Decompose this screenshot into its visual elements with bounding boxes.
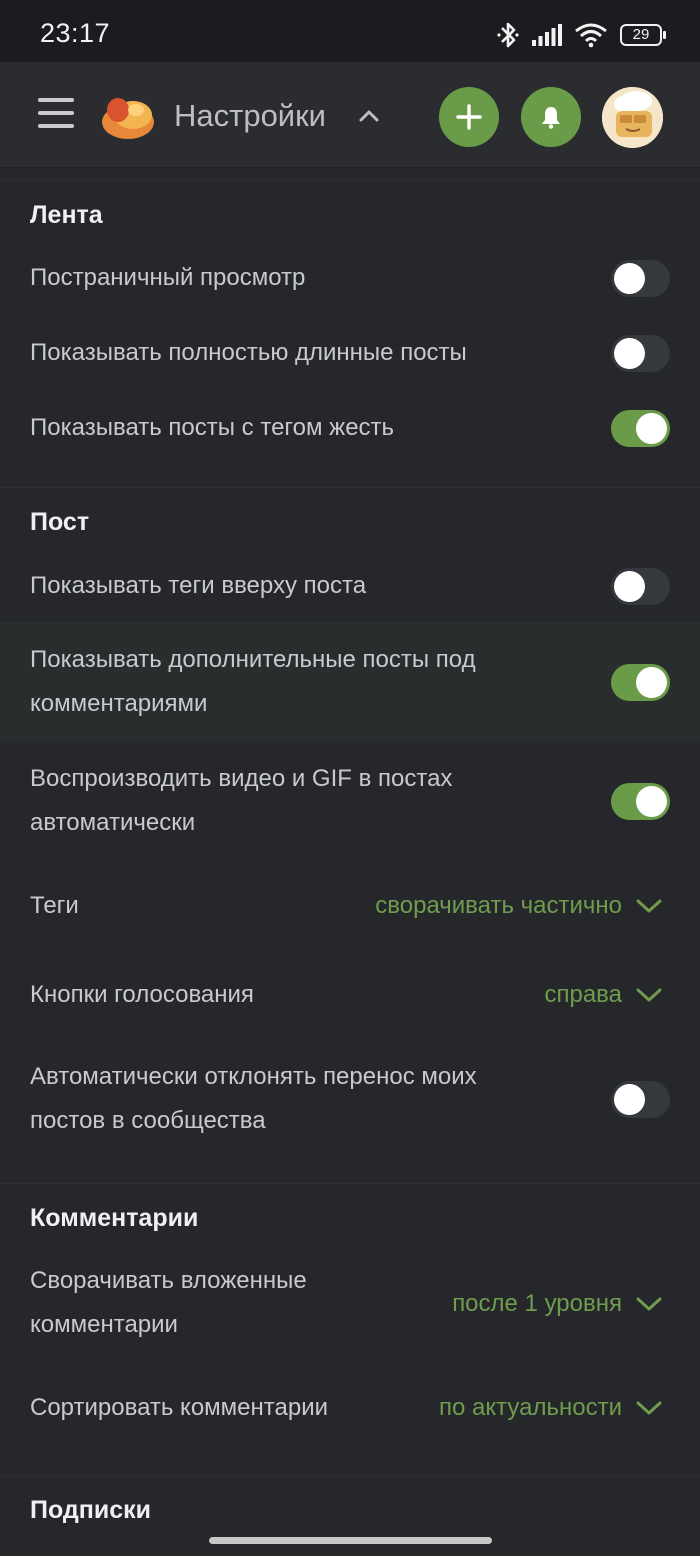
setting-extra-posts[interactable]: Показывать дополнительные посты под комм… xyxy=(0,638,700,728)
wifi-icon xyxy=(575,23,607,48)
battery-icon: 29 xyxy=(620,24,666,46)
comments-section: Комментарии Сворачивать вложенные коммен… xyxy=(0,1183,700,1475)
menu-icon[interactable] xyxy=(38,96,74,130)
bluetooth-icon xyxy=(497,22,519,48)
setting-tags[interactable]: Теги сворачивать частично xyxy=(0,884,700,928)
app-bar: Настройки xyxy=(0,62,700,168)
avatar[interactable] xyxy=(602,87,663,148)
setting-long-posts[interactable]: Показывать полностью длинные посты xyxy=(0,331,700,375)
setting-label: комментариями xyxy=(30,690,208,717)
setting-collapse-nested[interactable]: Сворачивать вложенные комментарии после … xyxy=(0,1259,700,1349)
setting-label: Автоматически отклонять перенос моих xyxy=(30,1063,477,1090)
feed-section: Лента Постраничный просмотр Показывать п… xyxy=(0,180,700,487)
long-posts-toggle[interactable] xyxy=(611,335,670,372)
setting-tags-top[interactable]: Показывать теги вверху поста xyxy=(0,564,700,608)
setting-vote-buttons[interactable]: Кнопки голосования справа xyxy=(0,973,700,1017)
home-indicator[interactable] xyxy=(209,1537,492,1544)
decline-transfer-toggle[interactable] xyxy=(611,1081,670,1118)
extra-posts-toggle[interactable] xyxy=(611,664,670,701)
page-title[interactable]: Настройки xyxy=(174,98,326,134)
plus-icon xyxy=(456,104,482,130)
setting-autoplay[interactable]: Воспроизводить видео и GIF в постах авто… xyxy=(0,757,700,847)
setting-label: Показывать посты с тегом жесть xyxy=(30,414,395,441)
settings-content: Лента Постраничный просмотр Показывать п… xyxy=(0,168,700,1556)
chevron-down-icon xyxy=(636,988,662,1002)
collapse-nested-select[interactable]: после 1 уровня xyxy=(452,1282,662,1326)
setting-label: Воспроизводить видео и GIF в постах xyxy=(30,765,453,792)
logo-icon[interactable] xyxy=(100,88,158,144)
section-title-subscriptions: Подписки xyxy=(30,1496,152,1524)
select-value: справа xyxy=(544,981,622,1008)
select-value: по актуальности xyxy=(439,1394,622,1421)
system-icons: 29 xyxy=(496,20,666,50)
section-title-feed: Лента xyxy=(30,201,103,229)
vote-buttons-select[interactable]: справа xyxy=(544,973,662,1017)
select-value: сворачивать частично xyxy=(375,892,622,919)
setting-decline-transfer[interactable]: Автоматически отклонять перенос моих пос… xyxy=(0,1055,700,1145)
setting-label: Показывать полностью длинные посты xyxy=(30,339,467,366)
chevron-down-icon xyxy=(636,1401,662,1415)
tags-select[interactable]: сворачивать частично xyxy=(375,884,662,928)
setting-label: Постраничный просмотр xyxy=(30,264,306,291)
signal-icon xyxy=(532,24,562,46)
setting-sort-comments[interactable]: Сортировать комментарии по актуальности xyxy=(0,1386,700,1430)
autoplay-toggle[interactable] xyxy=(611,783,670,820)
section-title-comments: Комментарии xyxy=(30,1204,199,1232)
status-bar: 23:17 29 xyxy=(0,0,700,62)
add-post-button[interactable] xyxy=(439,87,499,147)
select-value: после 1 уровня xyxy=(452,1290,622,1317)
tags-top-toggle[interactable] xyxy=(611,568,670,605)
setting-gore-tag[interactable]: Показывать посты с тегом жесть xyxy=(0,406,700,450)
section-title-post: Пост xyxy=(30,508,90,536)
setting-label: автоматически xyxy=(30,809,196,836)
status-time: 23:17 xyxy=(40,18,111,48)
chevron-up-icon[interactable] xyxy=(358,106,380,124)
post-section: Пост Показывать теги вверху поста Показы… xyxy=(0,487,700,1183)
gore-tag-toggle[interactable] xyxy=(611,410,670,447)
setting-label: постов в сообщества xyxy=(30,1107,266,1134)
chevron-down-icon xyxy=(636,899,662,913)
setting-label: Показывать теги вверху поста xyxy=(30,572,367,599)
setting-paged-view[interactable]: Постраничный просмотр xyxy=(0,256,700,300)
bell-icon xyxy=(542,107,560,129)
setting-label: Показывать дополнительные посты под xyxy=(30,646,476,673)
notifications-button[interactable] xyxy=(521,87,581,147)
paged-view-toggle[interactable] xyxy=(611,260,670,297)
sort-comments-select[interactable]: по актуальности xyxy=(439,1386,662,1430)
chevron-down-icon xyxy=(636,1297,662,1311)
